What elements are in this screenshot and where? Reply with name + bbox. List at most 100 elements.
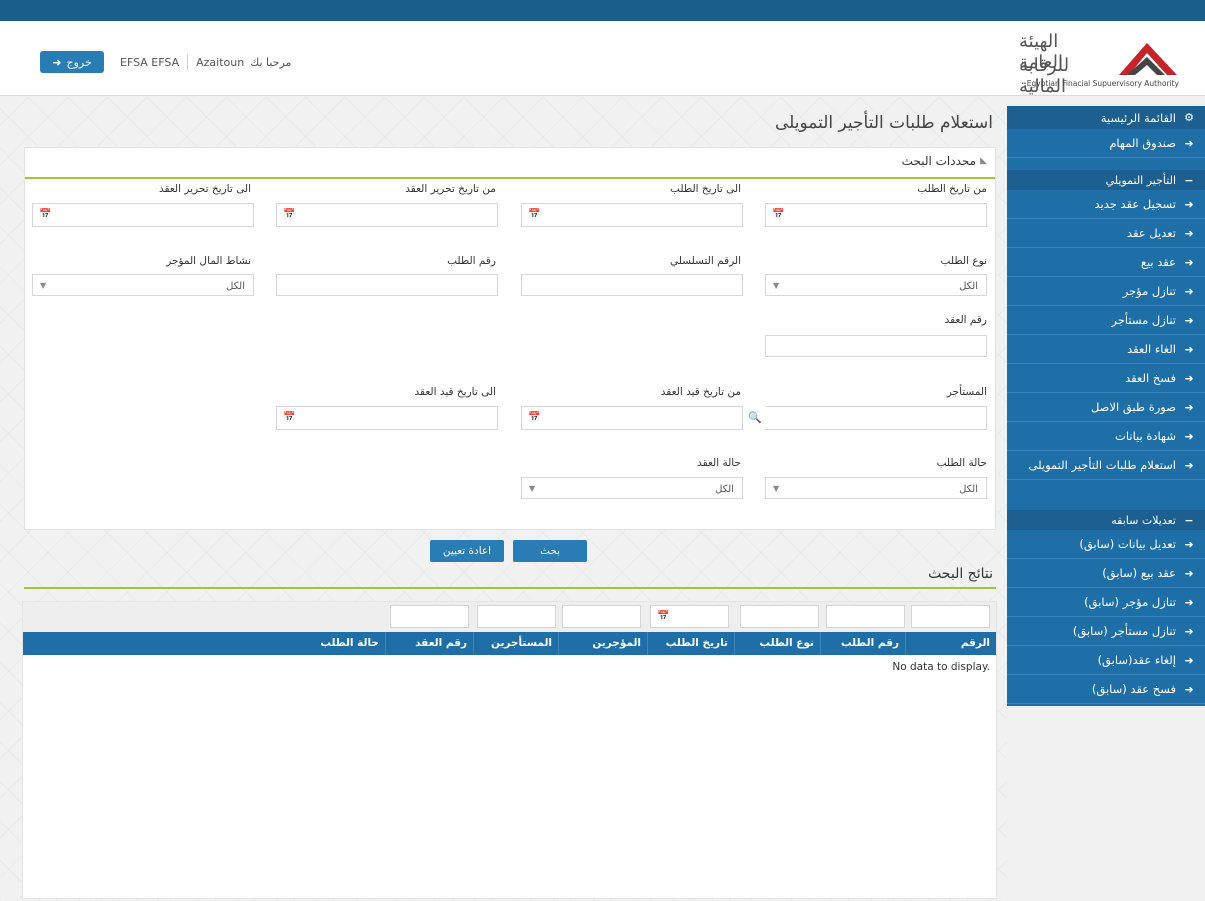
to-contract-reg-date-input[interactable]: 📅 [276,406,498,430]
serial-number-input[interactable] [521,274,743,296]
arrow-icon: ➜ [1184,313,1194,327]
grid-filter-row: 📅 [23,602,996,632]
select-value: الكل [959,484,978,495]
sidebar-section-previous[interactable]: − تعديلات سابقه [1007,510,1205,530]
column-header[interactable]: المستأجرين [473,632,558,655]
from-request-date-input[interactable]: 📅 [765,203,987,227]
filter-request-number[interactable] [826,605,905,628]
sidebar-item-lessee-assignment[interactable]: ➜ تنازل مستأجر [1007,306,1205,335]
calendar-icon[interactable]: 📅 [772,209,784,220]
calendar-icon[interactable]: 📅 [283,412,295,423]
results-grid: 📅 الرقم التسلسلي رقم الطلب نوع الطلب تار… [22,601,997,899]
from-contract-reg-date-input[interactable]: 📅 [521,406,743,430]
sidebar-item-lessor-assignment[interactable]: ➜ تنازل مؤجر [1007,277,1205,306]
column-header[interactable]: رقم العقد [385,632,473,655]
label-from-request-date: من تاريخ الطلب [917,183,987,195]
contract-status-select[interactable]: ▼ الكل [521,477,743,499]
column-header[interactable]: حالة الطلب [23,632,385,655]
select-value: الكل [715,484,734,495]
arrow-icon: ➜ [1184,342,1194,356]
label-to-contract-reg-date: الى تاريخ قيد العقد [414,386,496,398]
logo-arabic-line2: للرقابة المالية [1019,55,1070,97]
column-header[interactable]: نوع الطلب [734,632,820,655]
filter-request-date[interactable]: 📅 [650,605,729,628]
logo: الهيئة العامة للرقابة المالية Egyptian F… [1019,27,1179,97]
grid-header: الرقم التسلسلي رقم الطلب نوع الطلب تاريخ… [23,632,996,672]
sidebar-item-label: تعديل عقد [1126,226,1176,240]
logo-triangle-icon [1119,43,1177,75]
search-button[interactable]: بحث [513,540,587,562]
calendar-icon[interactable]: 📅 [39,209,51,220]
sidebar-section-leasing[interactable]: − التأجير التمويلي [1007,170,1205,190]
sidebar-item-label: عقد بيع (سابق) [1102,566,1176,580]
logout-button[interactable]: خروج ➜ [40,51,104,73]
request-number-input[interactable] [276,274,498,296]
sidebar-item-inquiry[interactable]: ➜ استعلام طلبات التأجير التمويلى [1007,451,1205,480]
chevron-down-icon: ▼ [529,484,536,493]
label-from-contract-write-date: من تاريخ تحرير العقد [405,183,496,195]
arrow-icon: ➜ [1184,595,1194,609]
sidebar-item-tasks[interactable]: ➜ صندوق المهام [1007,129,1205,158]
request-status-select[interactable]: ▼ الكل [765,477,987,499]
empty-message: No data to display. [892,661,990,673]
sidebar-item-sale-contract[interactable]: ➜ عقد بيع [1007,248,1205,277]
sidebar-item-prev-sale[interactable]: ➜ عقد بيع (سابق) [1007,559,1205,588]
label-from-contract-reg-date: من تاريخ قيد العقد [660,386,741,398]
column-header[interactable]: رقم الطلب [820,632,905,655]
label-contract-status: حالة العقد [697,457,741,469]
sidebar-item-prev-terminate[interactable]: ➜ فسخ عقد (سابق) [1007,675,1205,704]
label-to-contract-write-date: الى تاريخ تحرير العقد [159,183,251,195]
sidebar-item-prev-cancel[interactable]: ➜ إلغاء عقد(سابق) [1007,646,1205,675]
column-header[interactable]: الرقم التسلسلي [905,632,996,672]
contract-number-input[interactable] [765,335,987,357]
gears-icon: ⚙ [1184,111,1194,124]
sidebar-item-terminate-contract[interactable]: ➜ فسخ العقد [1007,364,1205,393]
sidebar-main-menu[interactable]: ⚙ القائمة الرئيسية [1007,106,1205,129]
sidebar: ⚙ القائمة الرئيسية ➜ صندوق المهام − التأ… [1007,106,1205,706]
filter-lessees[interactable] [477,605,556,628]
calendar-icon[interactable]: 📅 [528,209,540,220]
arrow-icon: ➜ [1184,624,1194,638]
request-type-select[interactable]: ▼ الكل [765,274,987,296]
column-header[interactable]: تاريخ الطلب [647,632,734,655]
label-lessee: المستأجر [946,386,987,398]
leased-asset-activity-select[interactable]: ▼ الكل [32,274,254,296]
calendar-icon[interactable]: 📅 [283,209,295,220]
logout-icon: ➜ [52,55,62,69]
from-contract-write-date-input[interactable]: 📅 [276,203,498,227]
filter-lessors[interactable] [562,605,641,628]
sidebar-item-prev-edit[interactable]: ➜ تعديل بيانات (سابق) [1007,530,1205,559]
greeting: مرحبا بك [250,55,292,69]
arrow-icon: ➜ [1184,226,1194,240]
sidebar-item-new-contract[interactable]: ➜ تسجيل عقد جديد [1007,190,1205,219]
filter-request-type[interactable] [740,605,819,628]
calendar-icon[interactable]: 📅 [657,611,669,622]
label-serial-number: الرقم التسلسلي [670,255,741,267]
sidebar-item-data-certificate[interactable]: ➜ شهادة بيانات [1007,422,1205,451]
search-icon[interactable]: 🔍 [748,411,762,424]
sidebar-item-prev-lessee[interactable]: ➜ تنازل مستأجر (سابق) [1007,617,1205,646]
filter-contract-number[interactable] [390,605,469,628]
calendar-icon[interactable]: 📅 [528,412,540,423]
sidebar-item-label: استعلام طلبات التأجير التمويلى [1028,458,1176,472]
sidebar-item-label: شهادة بيانات [1115,429,1176,443]
arrow-icon: ➜ [1184,682,1194,696]
sidebar-item-cancel-contract[interactable]: ➜ الغاء العقد [1007,335,1205,364]
filter-serial-number[interactable] [911,605,990,628]
lessee-input[interactable]: 🔍 [748,406,987,430]
sidebar-item-label: صندوق المهام [1109,136,1176,150]
arrow-icon: ➜ [1184,197,1194,211]
sidebar-item-true-copy[interactable]: ➜ صورة طبق الاصل [1007,393,1205,422]
arrow-icon: ➜ [1184,400,1194,414]
sidebar-item-label: فسخ عقد (سابق) [1091,682,1176,696]
reset-button[interactable]: اعادة تعيين [430,540,504,562]
sidebar-item-prev-lessor[interactable]: ➜ تنازل مؤجر (سابق) [1007,588,1205,617]
to-request-date-input[interactable]: 📅 [521,203,743,227]
sidebar-section-label: التأجير التمويلي [1105,173,1176,187]
panel-title: محددات البحث [901,154,977,168]
search-panel: ◣ محددات البحث من تاريخ الطلب الى تاريخ … [24,147,996,530]
to-contract-write-date-input[interactable]: 📅 [32,203,254,227]
column-header[interactable]: المؤجرين [558,632,647,655]
sidebar-item-edit-contract[interactable]: ➜ تعديل عقد [1007,219,1205,248]
panel-header[interactable]: ◣ محددات البحث [902,154,987,168]
